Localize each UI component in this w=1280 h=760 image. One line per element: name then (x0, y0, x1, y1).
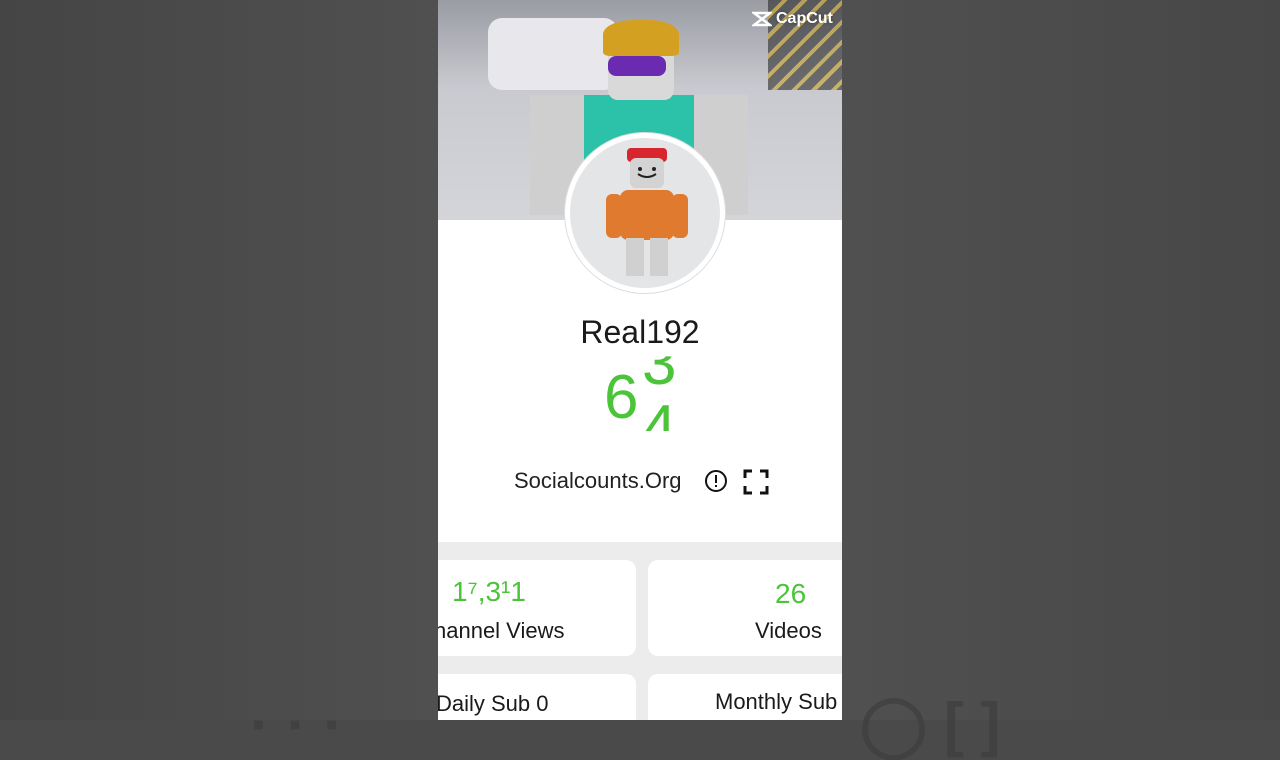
phone-frame: CapCut Real192 6 3 4 Socialcounts.Org 1⁷… (438, 0, 842, 720)
capcut-label: CapCut (776, 10, 833, 27)
capcut-watermark: CapCut (752, 10, 833, 28)
monthly-label: Monthly Sub (715, 689, 838, 714)
fullscreen-icon[interactable] (743, 469, 769, 495)
views-label: hannel Views (438, 618, 565, 643)
stat-card-monthly: Monthly Sub (648, 674, 842, 720)
views-value: 1⁷,3¹1 (452, 576, 526, 607)
blurred-backdrop-right (842, 0, 1280, 720)
info-icon[interactable] (704, 469, 728, 493)
stat-card-views: 1⁷,3¹1 hannel Views (438, 560, 636, 656)
banner-bed (488, 18, 618, 90)
capcut-logo-icon (752, 11, 772, 27)
banner-character-hair (603, 20, 679, 56)
backdrop-ghost-text: · · · (250, 691, 344, 758)
videos-label: Videos (755, 618, 822, 643)
avatar[interactable] (565, 133, 725, 293)
stat-card-videos: 26 Videos (648, 560, 842, 656)
blurred-backdrop-left (0, 0, 438, 720)
count-digit: 6 (604, 363, 639, 432)
videos-value: 26 (775, 578, 807, 609)
subscriber-count: 6 3 4 (438, 350, 842, 450)
source-row: Socialcounts.Org (438, 464, 842, 500)
backdrop-ghost-icons: ◯ [ ] (860, 691, 1001, 758)
stat-card-daily: Daily Sub 0 (438, 674, 636, 720)
banner-character-glasses (608, 56, 666, 76)
daily-label: Daily Sub 0 (438, 691, 549, 716)
channel-name: Real192 (580, 314, 700, 350)
stats-area: 1⁷,3¹1 hannel Views 26 Videos Daily Sub … (438, 542, 842, 720)
avatar-character-icon (606, 148, 688, 276)
source-label: Socialcounts.Org (514, 468, 682, 493)
